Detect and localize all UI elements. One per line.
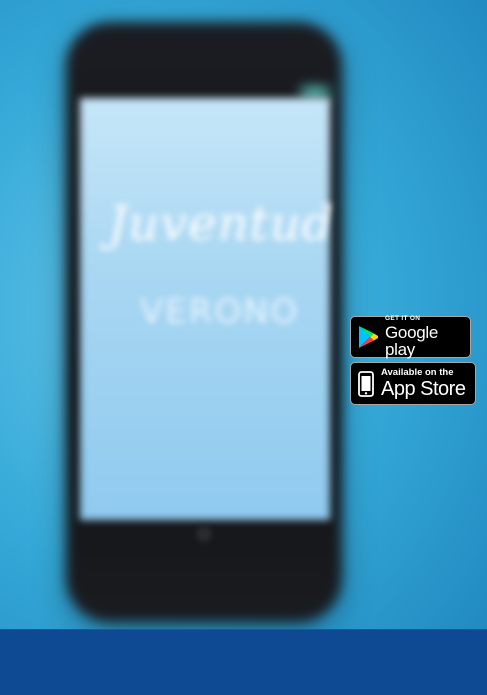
app-store-badge-caption: Available on the [381,367,454,379]
google-play-badge-caption: GET IT ON [385,314,421,322]
google-play-badge[interactable]: GET IT ON Google play [350,314,471,360]
footer-bar [0,629,487,695]
phone-home-button [196,526,212,542]
google-play-badge-text: GET IT ON Google play [385,314,470,360]
app-store-badge[interactable]: Available on the App Store [350,362,476,405]
app-store-badge-text: Available on the App Store [381,367,466,400]
google-play-badge-label: Google play [385,323,439,360]
app-splash-title: Juventud [108,196,334,252]
apple-icon [351,370,381,397]
app-store-badge-label: App Store [381,377,466,400]
promo-page: Juventud VERONO GET IT ON Google play Av [0,0,487,695]
app-splash-subtitle: VERONO [140,292,300,332]
google-play-icon [351,325,385,349]
